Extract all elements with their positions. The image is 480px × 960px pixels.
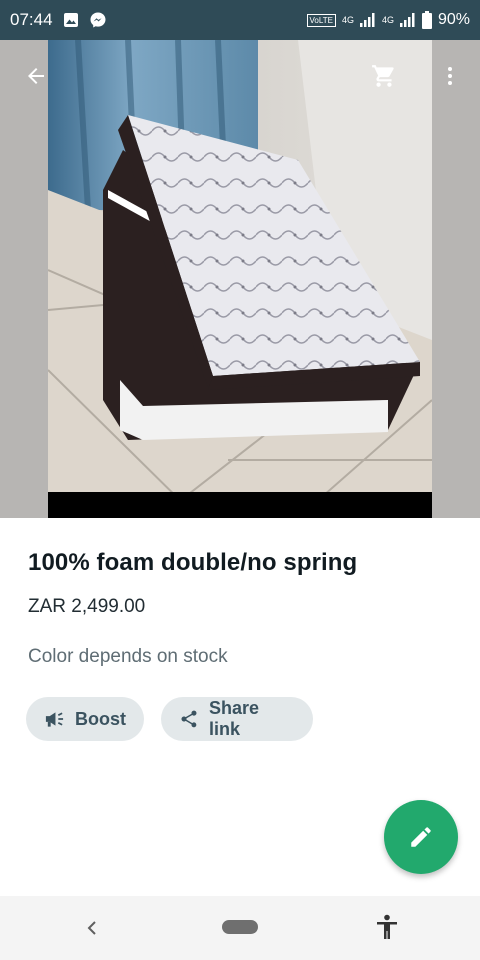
product-description: Color depends on stock — [28, 646, 228, 667]
product-photo — [48, 40, 432, 518]
back-button[interactable] — [18, 58, 54, 94]
volte-indicator: VoLTE — [306, 13, 336, 27]
gallery-icon — [63, 12, 79, 28]
cart-button[interactable] — [366, 58, 402, 94]
clock: 07:44 — [10, 10, 53, 29]
product-title: 100% foam double/no spring — [28, 549, 358, 576]
signal-icon — [359, 13, 376, 27]
nav-back-button[interactable] — [78, 914, 106, 942]
accessibility-icon — [377, 914, 397, 939]
share-link-button[interactable]: Share link — [161, 697, 313, 741]
megaphone-icon — [45, 712, 64, 727]
signal-icon-2 — [399, 13, 416, 27]
boost-label: Boost — [75, 708, 126, 729]
network-type-2: 4G — [381, 15, 394, 25]
pencil-icon — [411, 827, 431, 847]
accessibility-button[interactable] — [372, 912, 402, 942]
product-price: ZAR 2,499.00 — [28, 596, 146, 617]
back-arrow-icon — [28, 68, 44, 84]
nav-home-pill[interactable] — [222, 920, 258, 934]
edit-fab[interactable] — [384, 800, 458, 874]
battery-percent: 90% — [437, 11, 470, 28]
messenger-icon — [89, 11, 107, 29]
product-image-area[interactable] — [0, 40, 480, 518]
network-type-1: 4G — [341, 15, 354, 25]
share-link-label: Share link — [208, 698, 260, 739]
battery-icon — [421, 11, 432, 29]
cart-icon — [372, 65, 394, 87]
more-vert-icon — [448, 67, 452, 85]
status-bar: 07:44 VoLTE 4G 4G 90% — [0, 0, 480, 40]
more-options-button[interactable] — [432, 58, 468, 94]
share-icon — [181, 710, 197, 728]
system-nav-bar — [0, 896, 480, 960]
boost-button[interactable]: Boost — [26, 697, 144, 741]
nav-back-icon — [87, 921, 96, 935]
